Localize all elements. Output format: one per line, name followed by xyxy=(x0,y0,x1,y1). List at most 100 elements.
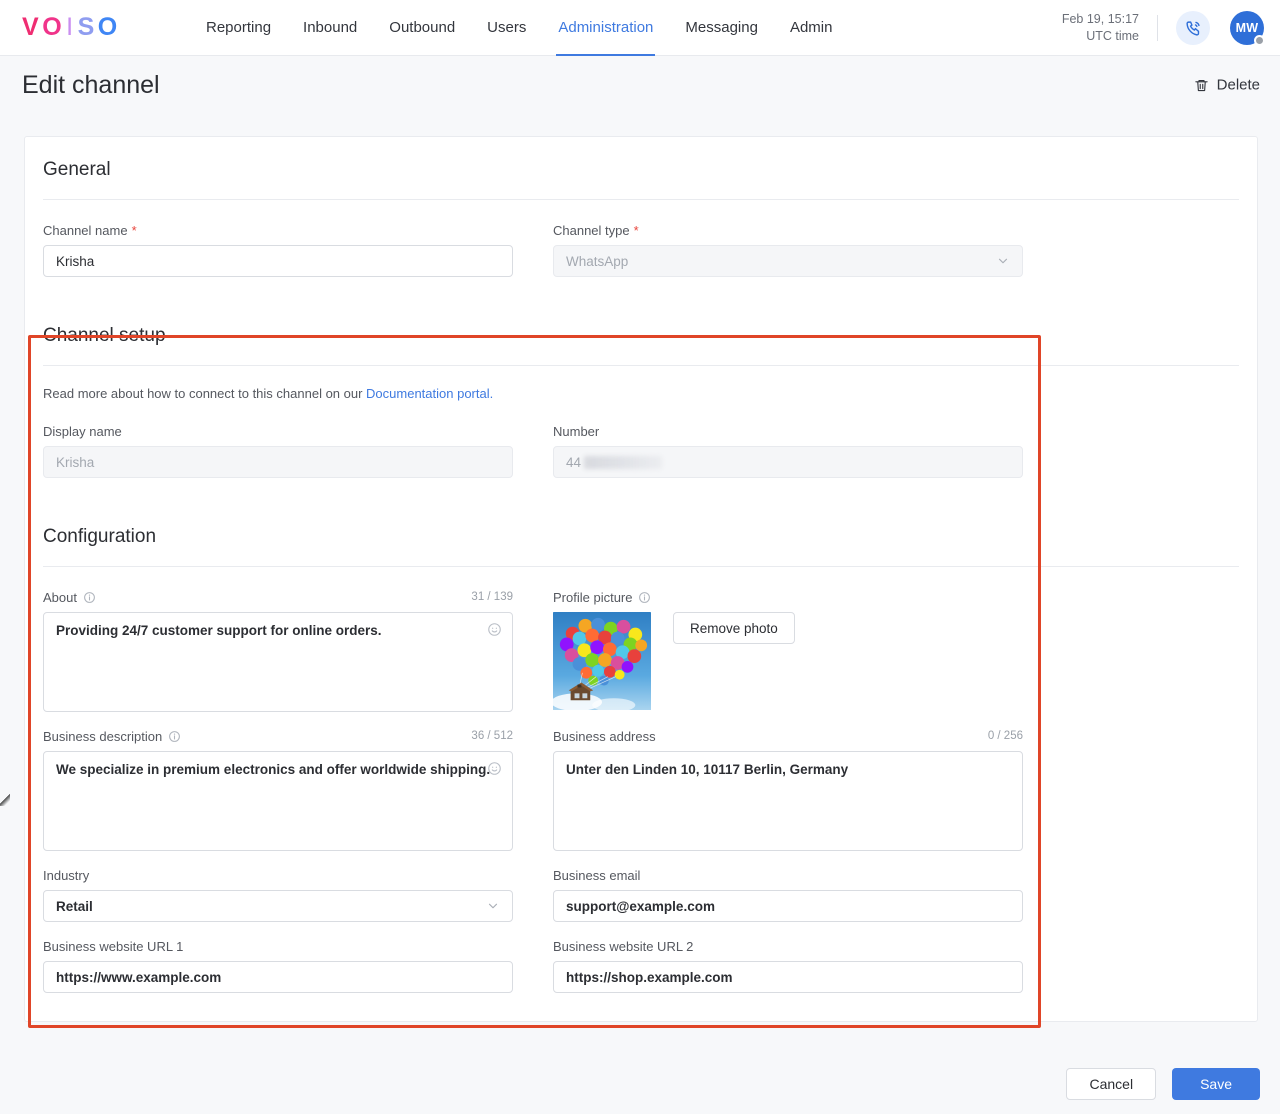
emoji-picker-icon[interactable] xyxy=(487,761,502,776)
profile-picture-label: Profile picture xyxy=(553,590,632,605)
channel-type-required-mark: * xyxy=(634,223,639,238)
user-avatar-wrapper[interactable]: MW xyxy=(1230,11,1264,45)
nav-item-outbound[interactable]: Outbound xyxy=(373,0,471,56)
about-info-icon[interactable] xyxy=(83,591,96,604)
display-name-label: Display name xyxy=(43,424,122,439)
industry-value: Retail xyxy=(56,899,93,914)
channel-name-field: Channel name * Krisha xyxy=(43,222,513,277)
nav-item-reporting[interactable]: Reporting xyxy=(190,0,287,56)
nav-right-cluster: Feb 19, 15:17 UTC time MW xyxy=(1062,0,1264,56)
nav-item-admin[interactable]: Admin xyxy=(774,0,849,56)
business-description-info-icon[interactable] xyxy=(168,730,181,743)
business-email-label: Business email xyxy=(553,868,640,883)
channel-type-value: WhatsApp xyxy=(566,254,628,269)
business-address-char-counter: 0 / 256 xyxy=(988,730,1023,742)
logo-letter-o1: O xyxy=(42,15,65,40)
channel-name-label: Channel name xyxy=(43,223,128,238)
nav-item-messaging[interactable]: Messaging xyxy=(669,0,774,56)
about-and-photo-row: About 31 / 139 Providing 24/7 customer s… xyxy=(43,567,1239,728)
about-label: About xyxy=(43,590,77,605)
channel-name-required-mark: * xyxy=(132,223,137,238)
save-button[interactable]: Save xyxy=(1172,1068,1260,1100)
business-description-char-counter: 36 / 512 xyxy=(471,730,513,742)
clock-timezone: UTC time xyxy=(1062,28,1139,45)
channel-type-select[interactable]: WhatsApp xyxy=(553,245,1023,277)
configuration-section: Configuration About 31 / 139 Providing 2… xyxy=(25,504,1257,1021)
logo-letter-v: V xyxy=(22,15,42,40)
page-header: Edit channel Delete xyxy=(0,56,1280,114)
mouse-cursor-artifact xyxy=(0,792,10,806)
logo-letter-s: S xyxy=(78,15,98,40)
profile-picture-row: Remove photo xyxy=(553,612,1023,710)
channel-setup-title: Channel setup xyxy=(43,303,1239,365)
utc-clock: Feb 19, 15:17 UTC time xyxy=(1062,11,1139,45)
about-textarea[interactable]: Providing 24/7 customer support for onli… xyxy=(43,612,513,712)
top-navigation-bar: V O I S O Reporting Inbound Outbound Use… xyxy=(0,0,1280,56)
edit-channel-card: General Channel name * Krisha Channel ty… xyxy=(24,136,1258,1022)
about-field: About 31 / 139 Providing 24/7 customer s… xyxy=(43,589,513,712)
helper-prefix: Read more about how to connect to this c… xyxy=(43,386,366,401)
form-footer: Cancel Save xyxy=(0,1054,1280,1114)
industry-select[interactable]: Retail xyxy=(43,890,513,922)
channel-setup-section: Channel setup Read more about how to con… xyxy=(25,303,1257,504)
softphone-button[interactable] xyxy=(1176,11,1210,45)
nav-item-inbound[interactable]: Inbound xyxy=(287,0,373,56)
channel-name-input[interactable]: Krisha xyxy=(43,245,513,277)
nav-item-users[interactable]: Users xyxy=(471,0,542,56)
voiso-logo[interactable]: V O I S O xyxy=(22,15,140,40)
configuration-title: Configuration xyxy=(43,504,1239,566)
balloon-house-photo xyxy=(553,612,651,710)
general-section-title: General xyxy=(43,137,1239,199)
industry-and-email-row: Industry Retail Business email support@e… xyxy=(43,867,1239,938)
business-description-field: Business description 36 / 512 We special… xyxy=(43,728,513,851)
business-url2-input[interactable]: https://shop.example.com xyxy=(553,961,1023,993)
number-value: 44 xyxy=(566,455,581,470)
emoji-picker-icon[interactable] xyxy=(487,622,502,637)
clock-date: Feb 19, 15:17 xyxy=(1062,11,1139,28)
channel-type-field: Channel type * WhatsApp xyxy=(553,222,1023,277)
documentation-portal-link[interactable]: Documentation portal. xyxy=(366,386,493,401)
business-description-textarea[interactable]: We specialize in premium electronics and… xyxy=(43,751,513,851)
remove-photo-button[interactable]: Remove photo xyxy=(673,612,795,644)
business-url1-label: Business website URL 1 xyxy=(43,939,183,954)
industry-label: Industry xyxy=(43,868,89,883)
business-address-field: Business address 0 / 256 Unter den Linde… xyxy=(553,728,1023,851)
business-url2-label: Business website URL 2 xyxy=(553,939,693,954)
business-address-textarea[interactable]: Unter den Linden 10, 10117 Berlin, Germa… xyxy=(553,751,1023,851)
logo-letter-o2: O xyxy=(98,15,121,40)
chevron-down-icon xyxy=(996,254,1010,268)
business-description-label: Business description xyxy=(43,729,162,744)
nav-item-administration[interactable]: Administration xyxy=(542,0,669,56)
display-name-field: Display name Krisha xyxy=(43,423,513,478)
business-email-input[interactable]: support@example.com xyxy=(553,890,1023,922)
nav-divider xyxy=(1157,15,1158,41)
about-value: Providing 24/7 customer support for onli… xyxy=(56,623,382,638)
description-and-address-row: Business description 36 / 512 We special… xyxy=(43,728,1239,867)
general-section: General Channel name * Krisha Channel ty… xyxy=(25,137,1257,303)
business-address-value: Unter den Linden 10, 10117 Berlin, Germa… xyxy=(566,762,848,777)
page-title: Edit channel xyxy=(22,71,160,100)
logo-letter-i: I xyxy=(66,15,76,40)
trash-icon xyxy=(1194,77,1209,93)
number-redaction-blur xyxy=(584,456,662,469)
chevron-down-icon xyxy=(486,899,500,913)
phone-ring-icon xyxy=(1185,20,1202,37)
business-description-value: We specialize in premium electronics and… xyxy=(56,762,490,777)
channel-type-label: Channel type xyxy=(553,223,630,238)
cancel-button[interactable]: Cancel xyxy=(1066,1068,1156,1100)
display-name-input[interactable]: Krisha xyxy=(43,446,513,478)
business-url2-field: Business website URL 2 https://shop.exam… xyxy=(553,938,1023,993)
website-urls-row: Business website URL 1 https://www.examp… xyxy=(43,938,1239,1021)
channel-setup-fields: Display name Krisha Number 44 xyxy=(43,401,1239,504)
delete-channel-button[interactable]: Delete xyxy=(1194,77,1260,94)
profile-picture-field: Profile picture xyxy=(553,589,1023,712)
number-label: Number xyxy=(553,424,599,439)
business-url1-field: Business website URL 1 https://www.examp… xyxy=(43,938,513,993)
industry-field: Industry Retail xyxy=(43,867,513,922)
profile-picture-info-icon[interactable] xyxy=(638,591,651,604)
number-input[interactable]: 44 xyxy=(553,446,1023,478)
channel-setup-helper-text: Read more about how to connect to this c… xyxy=(43,366,1239,401)
profile-picture-thumbnail[interactable] xyxy=(553,612,651,710)
business-url1-input[interactable]: https://www.example.com xyxy=(43,961,513,993)
main-menu: Reporting Inbound Outbound Users Adminis… xyxy=(190,0,848,56)
